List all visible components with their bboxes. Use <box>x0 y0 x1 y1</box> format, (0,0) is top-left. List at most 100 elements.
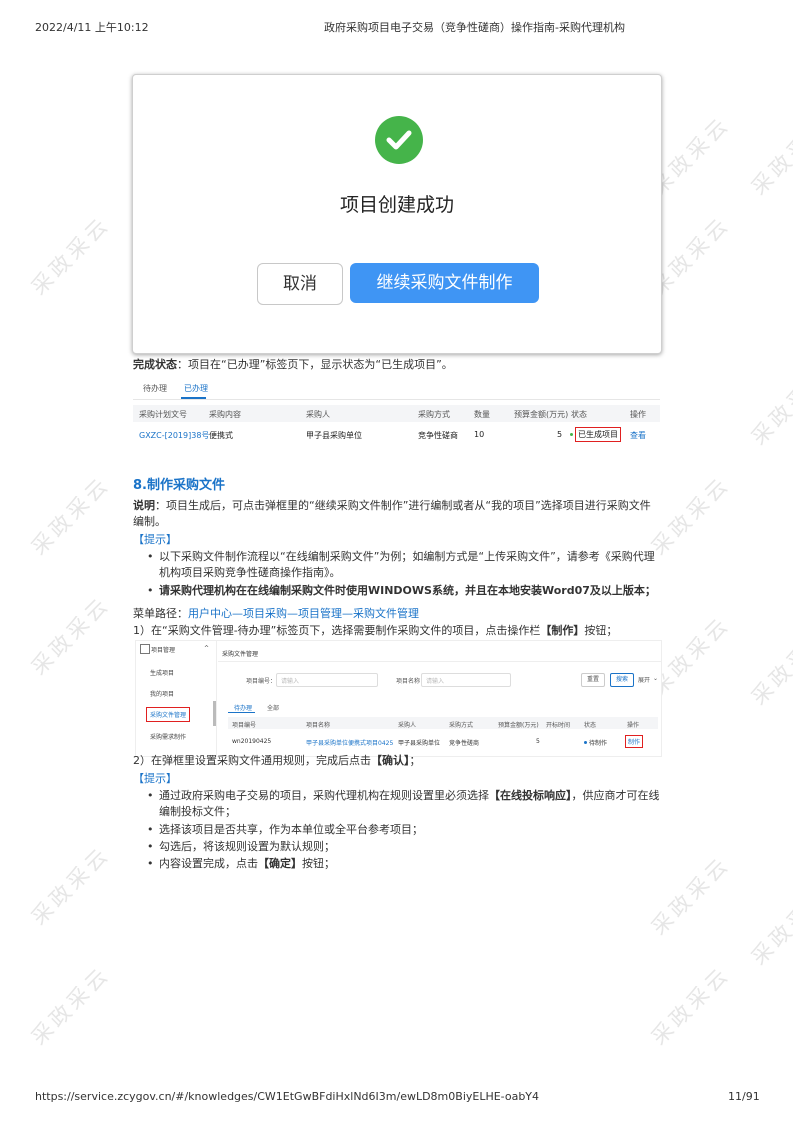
success-modal: 项目创建成功 取消 继续采购文件制作 <box>132 74 662 354</box>
col-header: 预算金额(万元) <box>514 410 569 419</box>
search-button[interactable]: 搜索 <box>610 673 634 687</box>
cell: 5 <box>536 738 540 745</box>
col-header: 项目编号 <box>232 722 257 729</box>
divider <box>218 661 661 662</box>
tab-handled[interactable]: 已办理 <box>184 383 208 394</box>
col-header: 操作 <box>630 410 646 419</box>
table-header-row: 项目编号 项目名称 采购人 采购方式 预算金额(万元) 开标时间 状态 操作 <box>228 717 658 729</box>
tip-text: 请采购代理机构在在线编制采购文件时使用WINDOWS系统，并且在本地安装Word… <box>159 584 656 597</box>
watermark: 采政采云 <box>26 211 115 300</box>
section-title: 8.制作采购文件 <box>133 478 225 493</box>
page-url[interactable]: https://service.zcygov.cn/#/knowledges/C… <box>35 1090 539 1103</box>
cancel-button[interactable]: 取消 <box>257 263 343 305</box>
tip-label: 【提示】 <box>133 772 177 785</box>
step-1-bold: 【制作】 <box>540 624 585 637</box>
handled-projects-screenshot: 待办理 已办理 采购计划文号 采购内容 采购人 采购方式 数量 预算金额(万元)… <box>133 378 660 448</box>
step-1: 1）在“采购文件管理-待办理”标签页下，选择需要制作采购文件的项目，点击操作栏【… <box>133 623 617 639</box>
col-header: 采购人 <box>398 722 417 729</box>
cell: wn20190425 <box>232 738 272 745</box>
tip-item: • 勾选后，将该规则设置为默认规则； <box>147 840 335 853</box>
plan-number-link[interactable]: GXZC-[2019]38号 <box>139 430 209 441</box>
print-datetime: 2022/4/11 上午10:12 <box>35 21 149 34</box>
sidebar: 项目管理 ^ 生成项目 我的项目 采购文件管理 采购需求制作 <box>136 641 217 756</box>
menu-path-link[interactable]: 用户中心—项目采购—项目管理—采购文件管理 <box>188 607 419 620</box>
sidebar-item-doc-management[interactable]: 采购文件管理 <box>146 707 191 722</box>
reset-button[interactable]: 重置 <box>581 673 605 687</box>
tip-text: 内容设置完成，点击 <box>159 857 258 870</box>
make-button[interactable]: 制作 <box>625 735 644 748</box>
col-header: 操作 <box>627 722 640 729</box>
status-note-label: 完成状态 <box>133 358 177 371</box>
col-header: 项目名称 <box>306 722 331 729</box>
watermark: 采政采云 <box>26 841 115 930</box>
sidebar-item-requirements[interactable]: 采购需求制作 <box>150 732 186 741</box>
watermark: 采政采云 <box>746 361 793 450</box>
tip-item: • 选择该项目是否共享，作为本单位或全平台参考项目； <box>147 823 423 836</box>
col-header: 采购计划文号 <box>139 410 187 419</box>
tip-item: • 通过政府采购电子交易的项目，采购代理机构在规则设置里必须选择【在线投标响应】… <box>147 789 660 818</box>
watermark: 采政采云 <box>646 961 735 1050</box>
step-2: 2）在弹框里设置采购文件通用规则，完成后点击【确认】； <box>133 753 421 769</box>
expand-toggle[interactable]: 展开 <box>638 675 650 684</box>
watermark: 采政采云 <box>26 961 115 1050</box>
col-header: 采购人 <box>306 410 330 419</box>
col-header: 状态 <box>584 722 597 729</box>
watermark: 采政采云 <box>746 621 793 710</box>
success-check-icon <box>375 116 423 164</box>
tip-text: 选择该项目是否共享，作为本单位或全平台参考项目； <box>159 823 423 836</box>
col-header: 开标时间 <box>546 722 571 729</box>
status-badge: 已生成项目 <box>575 427 621 442</box>
tab-pending[interactable]: 待办理 <box>143 383 167 394</box>
table-header-row: 采购计划文号 采购内容 采购人 采购方式 数量 预算金额(万元) 状态 操作 <box>133 405 660 422</box>
tip-bold: 【确定】 <box>258 857 302 870</box>
project-number-input[interactable]: 请输入 <box>276 673 378 687</box>
sidebar-item-my-projects[interactable]: 我的项目 <box>150 689 174 698</box>
status-dot-icon <box>584 741 587 744</box>
tab-all[interactable]: 全部 <box>267 703 279 712</box>
tip-text: 通过政府采购电子交易的项目，采购代理机构在规则设置里必须选择 <box>159 789 489 802</box>
table-row: wn20190425 甲子县采购单位便携式项目0425 甲子县采购单位 竞争性磋… <box>228 734 658 748</box>
continue-procurement-doc-button[interactable]: 继续采购文件制作 <box>350 263 539 303</box>
description-text: ：项目生成后，可点击弹框里的“继续采购文件制作”进行编制或者从“我的项目”选择项… <box>133 499 651 528</box>
tab-pending[interactable]: 待办理 <box>234 703 252 712</box>
project-name-input[interactable]: 请输入 <box>421 673 511 687</box>
page-title: 采购文件管理 <box>222 651 259 658</box>
chevron-up-icon: ^ <box>204 645 210 652</box>
table-row: GXZC-[2019]38号 便携式 甲子县采购单位 竞争性磋商 10 5 已生… <box>133 424 660 444</box>
sidebar-scrollbar[interactable] <box>213 701 216 726</box>
tip-text: 以下采购文件制作流程以“在线编制采购文件”为例；如编制方式是“上传采购文件”，请… <box>159 550 655 579</box>
col-header: 预算金额(万元) <box>498 722 539 729</box>
description-label: 说明 <box>133 499 155 512</box>
active-tab-indicator <box>228 712 255 713</box>
step-1-text: 1）在“采购文件管理-待办理”标签页下，选择需要制作采购文件的项目，点击操作栏 <box>133 624 541 637</box>
chevron-down-icon: ⌄ <box>653 675 659 682</box>
step-2-bold: 【确认】 <box>371 754 410 767</box>
menu-path-label: 菜单路径： <box>133 607 188 620</box>
status-text: 待制作 <box>589 740 608 747</box>
status-dot-icon <box>570 433 573 436</box>
cell: 10 <box>474 430 485 439</box>
section-description: 说明：项目生成后，可点击弹框里的“继续采购文件制作”进行编制或者从“我的项目”选… <box>133 498 660 530</box>
cell: 竞争性磋商 <box>418 431 458 440</box>
menu-path: 菜单路径：用户中心—项目采购—项目管理—采购文件管理 <box>133 606 419 622</box>
print-title: 政府采购项目电子交易（竞争性磋商）操作指南-采购代理机构 <box>324 21 625 34</box>
project-number-placeholder: 请输入 <box>281 678 300 685</box>
col-header: 采购方式 <box>418 410 450 419</box>
col-header: 状态 <box>571 410 587 419</box>
watermark: 采政采云 <box>26 471 115 560</box>
project-name-placeholder: 请输入 <box>426 678 445 685</box>
menu-grid-icon <box>140 644 150 654</box>
tip-item: • 请采购代理机构在在线编制采购文件时使用WINDOWS系统，并且在本地安装Wo… <box>147 583 660 599</box>
tip-item: • 内容设置完成，点击【确定】按钮； <box>147 857 335 870</box>
col-header: 采购内容 <box>209 410 241 419</box>
step-2-text: 2）在弹框里设置采购文件通用规则，完成后点击 <box>133 754 371 767</box>
sidebar-item-generate-project[interactable]: 生成项目 <box>150 668 174 677</box>
col-header: 数量 <box>474 410 490 419</box>
cell: 竞争性磋商 <box>449 740 480 747</box>
view-link[interactable]: 查看 <box>630 430 646 441</box>
sidebar-title[interactable]: 项目管理 <box>151 645 175 654</box>
project-name-link[interactable]: 甲子县采购单位便携式项目0425 <box>306 738 393 747</box>
procurement-doc-management-screenshot: 项目管理 ^ 生成项目 我的项目 采购文件管理 采购需求制作 采购文件管理 项目… <box>135 640 662 757</box>
watermark: 采政采云 <box>746 111 793 200</box>
cell: 5 <box>557 430 563 439</box>
